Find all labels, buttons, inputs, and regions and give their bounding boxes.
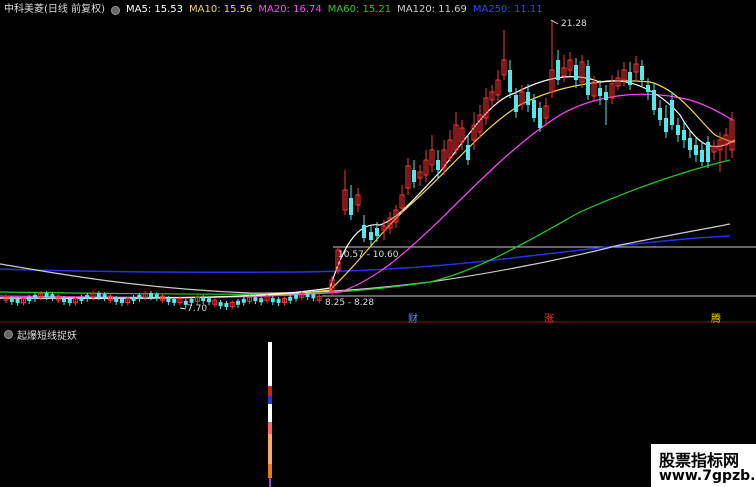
candle-body — [96, 293, 101, 298]
settings-circle-icon[interactable] — [110, 5, 120, 15]
candle-body — [9, 297, 14, 302]
candle-body — [201, 297, 206, 302]
ma5-line — [0, 76, 736, 299]
indicator-name: 起爆短线捉妖 — [17, 331, 77, 342]
candle-body — [149, 293, 153, 298]
candle-body — [538, 108, 542, 128]
candle-body — [305, 293, 310, 298]
candle-body — [670, 100, 674, 125]
candle-body — [114, 298, 119, 303]
candle-body — [172, 298, 177, 303]
candle-body — [33, 294, 37, 299]
low-price-label: 7.70 — [187, 304, 208, 314]
candle-body — [166, 298, 171, 303]
candle-body — [224, 302, 229, 307]
candle-body — [664, 118, 668, 132]
candle-body — [375, 228, 379, 236]
candle-body — [556, 60, 560, 80]
candle-body — [85, 294, 90, 299]
candle-body — [27, 297, 32, 302]
candle-body — [646, 85, 650, 92]
candle-body — [218, 302, 223, 307]
candle-body — [311, 294, 316, 299]
watermark-url: www.7gpzb.com — [659, 468, 756, 484]
high-price-label: 21.28 — [561, 19, 587, 29]
candle-body — [259, 298, 264, 303]
candle-body — [362, 225, 366, 238]
candle-body — [652, 90, 656, 110]
ma60-label: MA60: 15.21 — [327, 4, 392, 15]
candle-body — [79, 296, 84, 301]
candle-body — [604, 92, 608, 100]
event-marker-finance[interactable]: 财 — [408, 310, 418, 325]
candle-body — [436, 160, 440, 170]
candle-body — [628, 72, 632, 85]
kline-chart[interactable] — [0, 0, 756, 487]
candle-body — [682, 130, 686, 140]
candle-body — [154, 294, 159, 299]
candle-body — [676, 125, 680, 135]
ma10-line — [0, 80, 736, 299]
ma250-label: MA250: 11.11 — [472, 4, 543, 15]
candle-body — [574, 65, 578, 80]
candle-body — [276, 298, 281, 303]
candle-body — [102, 294, 107, 299]
candle-body — [508, 70, 512, 92]
candle-body — [62, 297, 66, 302]
ma120-label: MA120: 11.69 — [397, 4, 467, 15]
candle-body — [50, 294, 55, 299]
candle-body — [189, 298, 194, 303]
candle-body — [640, 66, 644, 80]
low-pointer — [179, 307, 187, 310]
candle-body — [236, 300, 240, 305]
candle-body — [207, 298, 211, 303]
candle-body — [44, 293, 49, 298]
candle-body — [532, 100, 536, 118]
candle-body — [706, 142, 710, 162]
candle-body — [688, 138, 692, 150]
candle-body — [137, 294, 142, 299]
event-marker-limitup[interactable]: 涨 — [544, 310, 554, 325]
candle-body — [658, 108, 662, 120]
candle-body — [586, 66, 590, 95]
ma20-label: MA20: 16.74 — [258, 4, 322, 15]
candle-body — [15, 298, 20, 303]
range-upper-label: 10.57 - 10.60 — [338, 250, 399, 260]
candlesticks — [3, 20, 735, 310]
candle-body — [294, 294, 298, 299]
candle-body — [598, 88, 602, 96]
stock-title: 中科美菱(日线 前复权) — [4, 4, 105, 15]
candle-body — [120, 298, 124, 303]
candle-body — [67, 298, 72, 303]
candle-body — [253, 297, 258, 302]
ma-legend: 中科美菱(日线 前复权) MA5: 15.53 MA10: 15.56 MA20… — [4, 4, 543, 16]
candle-body — [241, 298, 246, 303]
indicator-settings-icon[interactable] — [4, 330, 13, 339]
event-marker-tencent[interactable]: 腾 — [711, 310, 721, 325]
signal-bar — [268, 342, 272, 487]
candle-body — [369, 232, 373, 240]
watermark: 股票指标网 www.7gpzb.com — [651, 444, 756, 487]
sub-panel-legend: 起爆短线捉妖 — [4, 327, 77, 342]
candle-body — [466, 145, 470, 160]
candle-body — [131, 296, 136, 301]
candle-body — [514, 95, 518, 112]
candle-body — [694, 145, 698, 155]
candle-body — [288, 296, 293, 301]
candle-body — [526, 92, 530, 105]
candle-body — [349, 198, 353, 215]
ma10-label: MA10: 15.56 — [189, 4, 253, 15]
range-lower-label: 8.25 - 8.28 — [325, 298, 375, 308]
candle-body — [270, 298, 275, 303]
candle-body — [700, 150, 704, 162]
candle-body — [412, 170, 416, 182]
ma5-label: MA5: 15.53 — [125, 4, 183, 15]
ma20-line — [0, 93, 734, 298]
